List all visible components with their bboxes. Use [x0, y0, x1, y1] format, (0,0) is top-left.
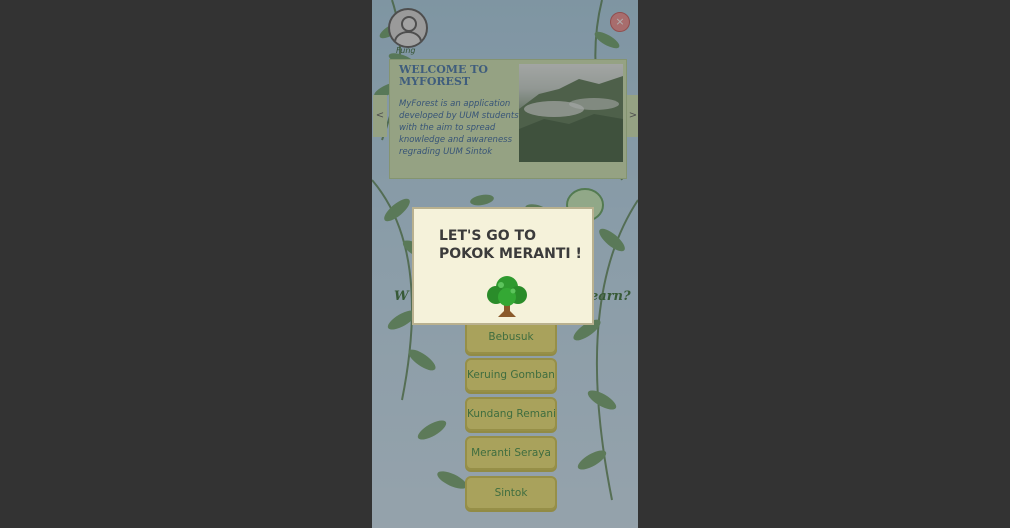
- tree-icon: [487, 276, 527, 317]
- dialog-title: LET'S GO TO POKOK MERANTI !: [439, 228, 582, 262]
- navigation-dialog[interactable]: LET'S GO TO POKOK MERANTI !: [412, 207, 594, 325]
